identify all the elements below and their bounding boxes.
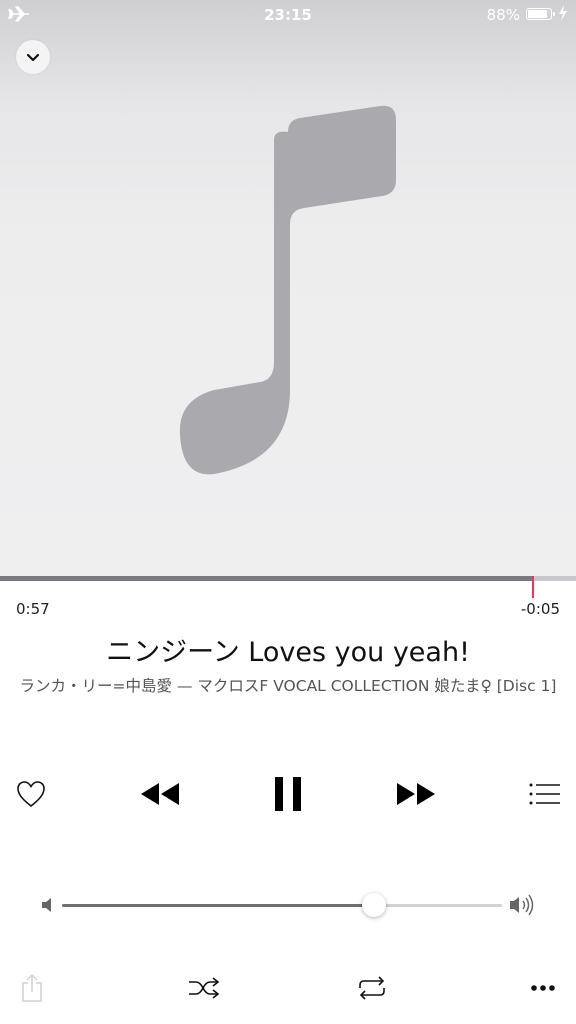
rewind-icon (141, 783, 179, 805)
status-bar: 23:15 88% (0, 0, 576, 30)
track-title: ニンジーン Loves you yeah! (106, 637, 470, 668)
playhead-marker[interactable] (531, 576, 534, 598)
pause-button[interactable] (264, 772, 312, 816)
up-next-button[interactable] (526, 778, 564, 810)
volume-level (62, 904, 375, 907)
volume-control[interactable] (40, 890, 536, 920)
volume-high-icon (510, 894, 534, 916)
rewind-button[interactable] (136, 776, 184, 812)
fast-forward-button[interactable] (392, 776, 440, 812)
battery-percentage: 88% (486, 6, 520, 24)
volume-slider-knob[interactable] (362, 893, 387, 917)
battery-icon (526, 8, 555, 20)
pause-icon (275, 777, 301, 811)
playback-scrubber[interactable] (0, 576, 576, 598)
heart-icon (17, 781, 45, 808)
share-button[interactable] (18, 970, 46, 1006)
album-artwork (0, 0, 576, 576)
music-note-icon (179, 105, 396, 475)
list-icon (529, 783, 560, 805)
shuffle-icon (189, 977, 220, 999)
repeat-icon (359, 976, 385, 1000)
played-portion (0, 576, 533, 581)
love-button[interactable] (12, 776, 50, 812)
repeat-button[interactable] (354, 974, 390, 1002)
volume-track[interactable] (62, 893, 502, 917)
fast-forward-icon (397, 783, 435, 805)
track-artist-album[interactable]: ランカ・リー=中島愛 — マクロスF VOCAL COLLECTION 娘たま♀… (0, 674, 576, 696)
chevron-down-icon (26, 53, 40, 62)
share-icon (22, 973, 42, 1002)
volume-low-icon (42, 898, 51, 912)
collapse-button[interactable] (16, 40, 50, 74)
more-icon (531, 985, 555, 991)
bolt-icon (558, 4, 568, 26)
shuffle-button[interactable] (186, 974, 222, 1002)
more-button[interactable] (526, 974, 560, 1002)
remaining-time: -0:05 (520, 600, 560, 618)
elapsed-time: 0:57 (16, 600, 50, 618)
